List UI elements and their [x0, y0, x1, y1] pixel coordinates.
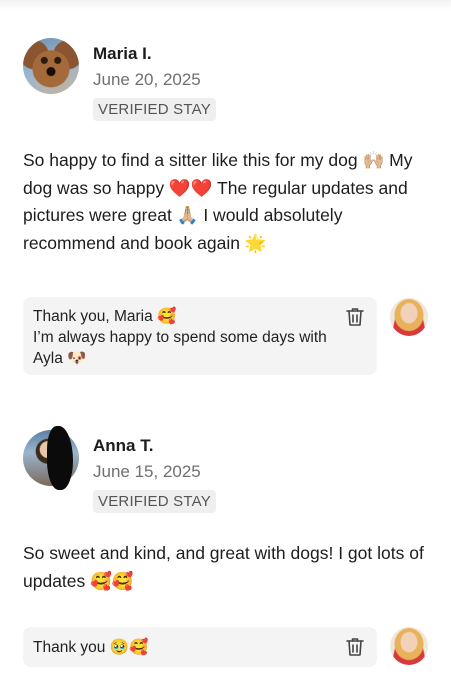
- review-text: So happy to find a sitter like this for …: [23, 150, 413, 253]
- host-avatar[interactable]: [390, 298, 428, 336]
- host-reply-box: Thank you, Maria 🥰 I’m always happy to s…: [23, 297, 377, 375]
- top-divider: [0, 0, 451, 10]
- reviewer-avatar[interactable]: [23, 38, 79, 94]
- trash-icon[interactable]: [346, 307, 364, 327]
- host-reply-text: Thank you, Maria 🥰 I’m always happy to s…: [33, 308, 327, 367]
- host-avatar[interactable]: [390, 627, 428, 665]
- verified-stay-badge: VERIFIED STAY: [93, 490, 216, 513]
- reviewer-name[interactable]: Anna T.: [93, 436, 153, 456]
- review-date: June 20, 2025: [93, 70, 201, 89]
- reviewer-name[interactable]: Maria I.: [93, 44, 152, 64]
- redaction-scribble: [47, 426, 73, 490]
- review-date: June 15, 2025: [93, 462, 201, 481]
- host-reply-text: Thank you 🥹🥰: [33, 639, 149, 656]
- trash-icon[interactable]: [346, 637, 364, 657]
- review-text: So sweet and kind, and great with dogs! …: [23, 543, 424, 591]
- host-reply-box: Thank you 🥹🥰: [23, 627, 377, 667]
- verified-stay-badge: VERIFIED STAY: [93, 98, 216, 121]
